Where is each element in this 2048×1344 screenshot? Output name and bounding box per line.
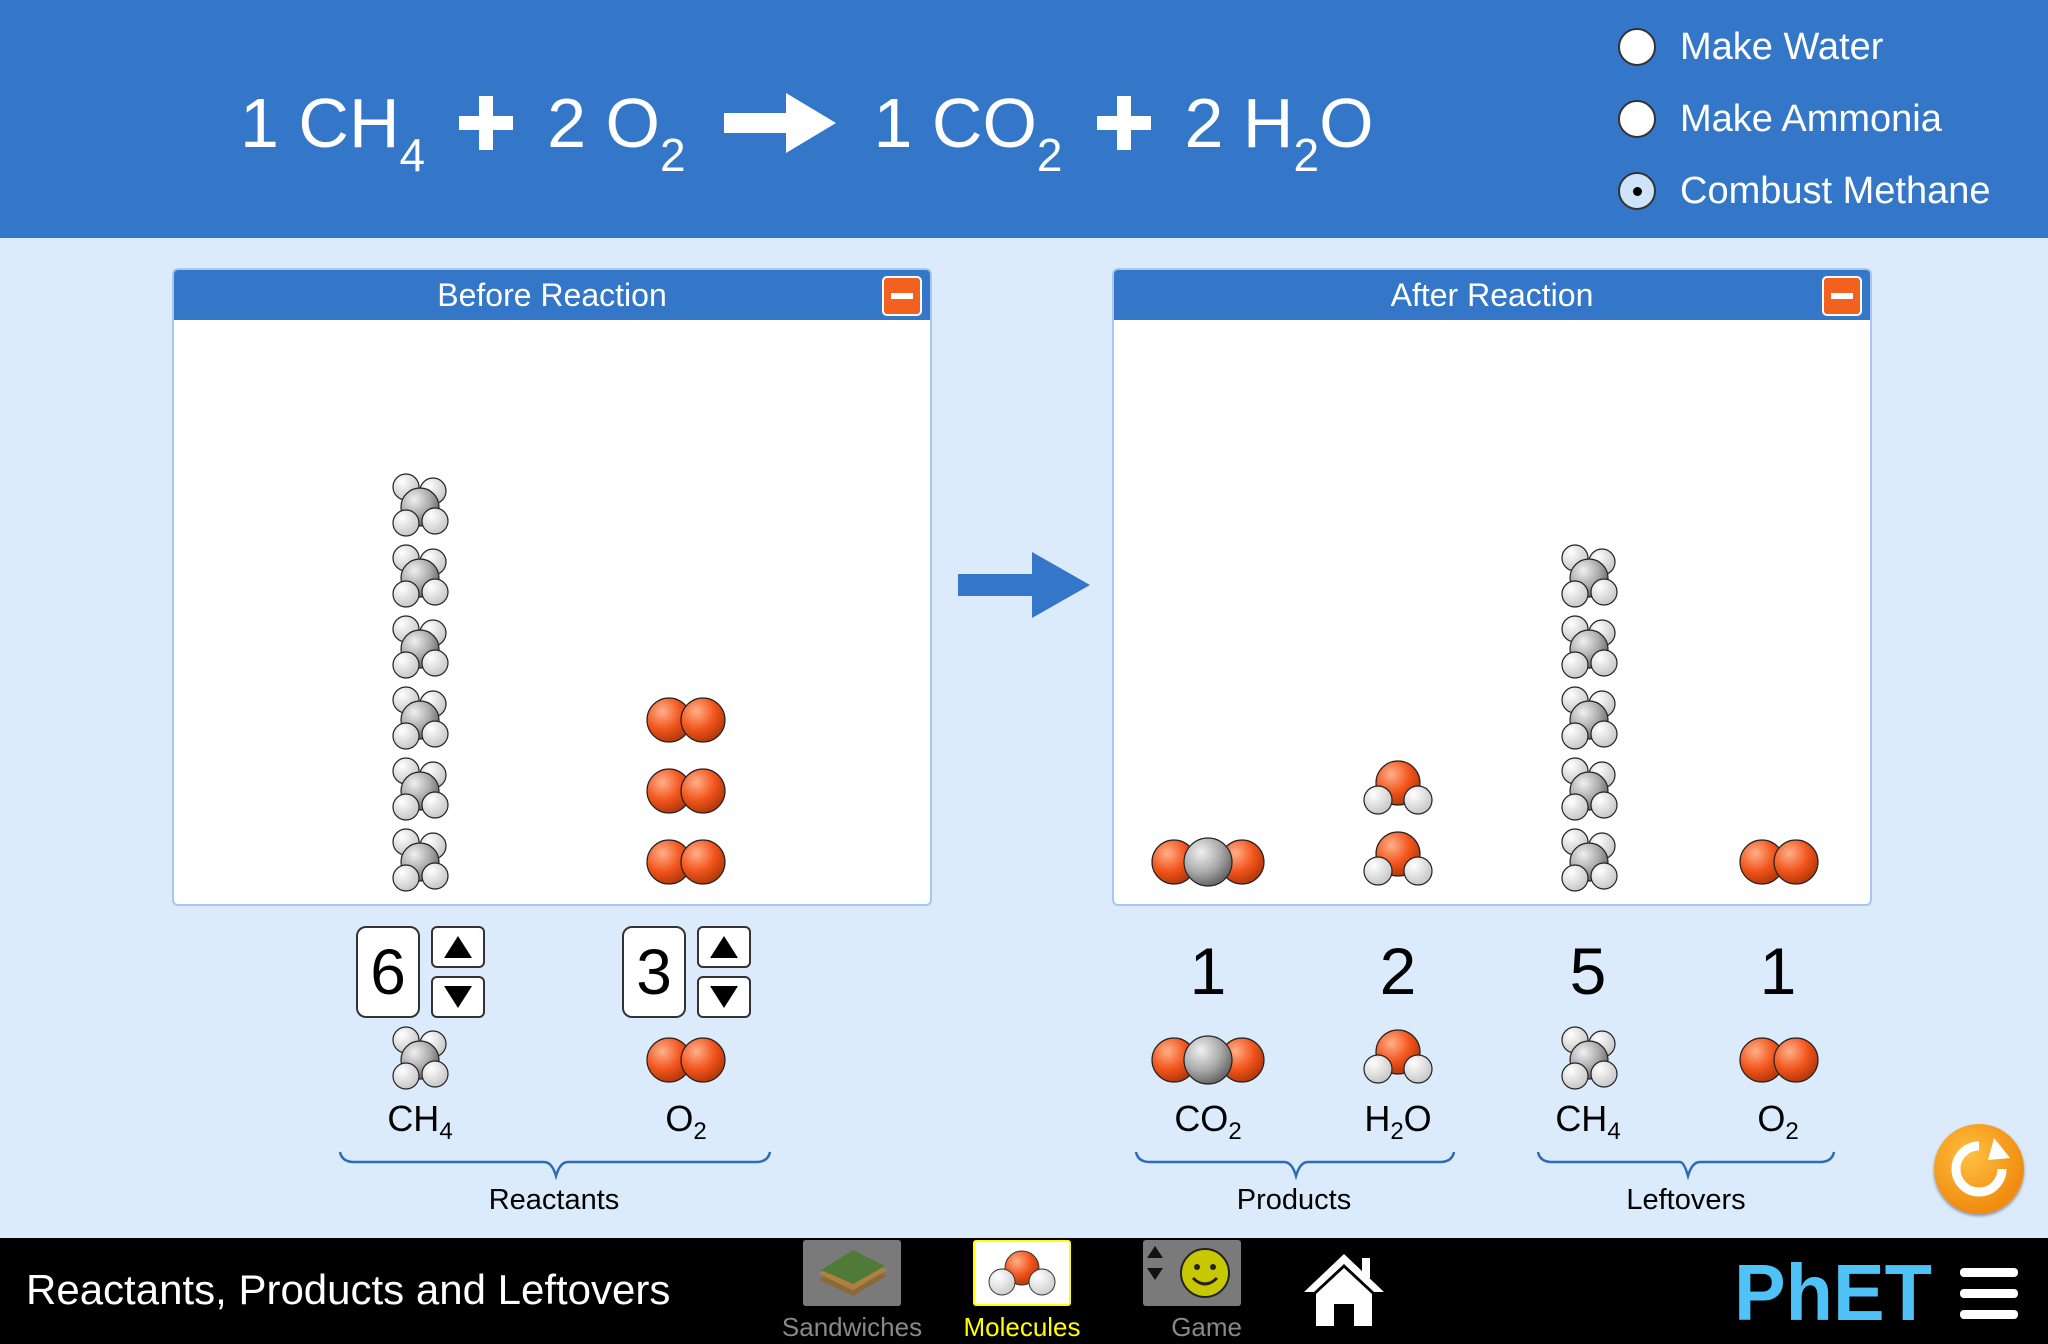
sandwich-icon [803,1240,901,1306]
radio-button-icon[interactable] [1618,28,1656,66]
plus-icon [459,96,514,150]
o2-count-display: 3 [622,926,686,1018]
collapse-after-button[interactable] [1822,276,1862,316]
equation-term-o2: 2 O2 [547,84,686,181]
ch4-decrement-button[interactable] [431,976,485,1018]
ch4-legend-icon [392,1026,449,1090]
h2o-product-count: 2 [1379,934,1417,1008]
o2-reactant-label: O2 [665,1098,707,1145]
reaction-equation: 1 CH 4 2 O2 1 CO 2 2 H2O [240,68,1374,181]
equation-term-co2: 1 CO 2 [873,84,1063,181]
reactants-label: Reactants [488,1184,620,1216]
leftovers-label: Leftovers [1626,1184,1746,1216]
radio-make-water[interactable]: Make Water [1618,22,1883,72]
phet-logo[interactable]: PhET [1734,1258,1936,1328]
co2-legend-icon [1151,1035,1265,1085]
ch4-leftover-legend-icon [1561,1026,1618,1090]
molecules-icon [973,1240,1071,1306]
equation-term-ch4: 1 CH 4 [240,84,426,181]
plus-icon [1096,96,1151,150]
o2-leftover-legend-icon [1739,1037,1819,1083]
ch4-leftover-label: CH4 [1555,1098,1621,1145]
menu-bar [1960,1268,2018,1277]
before-reaction-box: Before Reaction [172,268,932,906]
co2-product-label: CO2 [1174,1098,1242,1145]
collapse-before-button[interactable] [882,276,922,316]
reset-all-button[interactable] [1934,1124,2024,1214]
ch4-count-display: 6 [356,926,420,1018]
o2-leftover-count: 1 [1759,934,1797,1008]
radio-button-selected-icon[interactable] [1618,172,1656,210]
o2-decrement-button[interactable] [697,976,751,1018]
arrow-down-icon [710,986,738,1008]
radio-make-ammonia[interactable]: Make Ammonia [1618,94,1942,144]
reactants-brace [338,1151,772,1180]
radio-button-icon[interactable] [1618,100,1656,138]
before-reaction-title-bar: Before Reaction [174,270,930,320]
equation-term-h2o: 2 H2O [1184,84,1374,181]
arrow-right-icon [958,552,1090,618]
menu-bar [1960,1310,2018,1319]
reset-icon [1951,1138,2010,1197]
menu-icon[interactable] [1960,1268,2018,1320]
o2-spinner: 3 [622,926,686,1018]
ch4-reactant-label: CH4 [387,1098,453,1145]
products-brace [1134,1151,1456,1180]
h2o-legend-icon [1363,1029,1433,1084]
ch4-leftover-count: 5 [1569,934,1607,1008]
screen-sandwiches-button[interactable]: Sandwiches [782,1240,922,1343]
o2-increment-button[interactable] [697,926,751,968]
arrow-down-icon [444,986,472,1008]
sim-title: Reactants, Products and Leftovers [26,1266,671,1313]
co2-product-count: 1 [1189,934,1227,1008]
phet-brand-text: PhET [1734,1258,1932,1328]
o2-leftover-label: O2 [1757,1098,1799,1145]
arrow-up-icon [444,936,472,958]
home-icon[interactable] [1298,1250,1390,1330]
arrow-right-icon [723,93,836,153]
screen-game-button[interactable]: Game [1142,1240,1242,1343]
radio-combust-methane[interactable]: Combust Methane [1618,166,1991,216]
game-icon [1143,1240,1241,1306]
after-reaction-title-bar: After Reaction [1114,270,1870,320]
ch4-spinner: 6 [356,926,420,1018]
leftovers-brace [1536,1151,1836,1180]
after-reaction-box: After Reaction [1112,268,1872,906]
screen-molecules-button[interactable]: Molecules [963,1240,1081,1343]
o2-legend-icon [646,1037,726,1083]
products-label: Products [1236,1184,1352,1216]
h2o-product-label: H2O [1364,1098,1432,1145]
ch4-increment-button[interactable] [431,926,485,968]
group-braces [338,1151,1836,1180]
arrow-up-icon [710,936,738,958]
menu-bar [1960,1289,2018,1298]
